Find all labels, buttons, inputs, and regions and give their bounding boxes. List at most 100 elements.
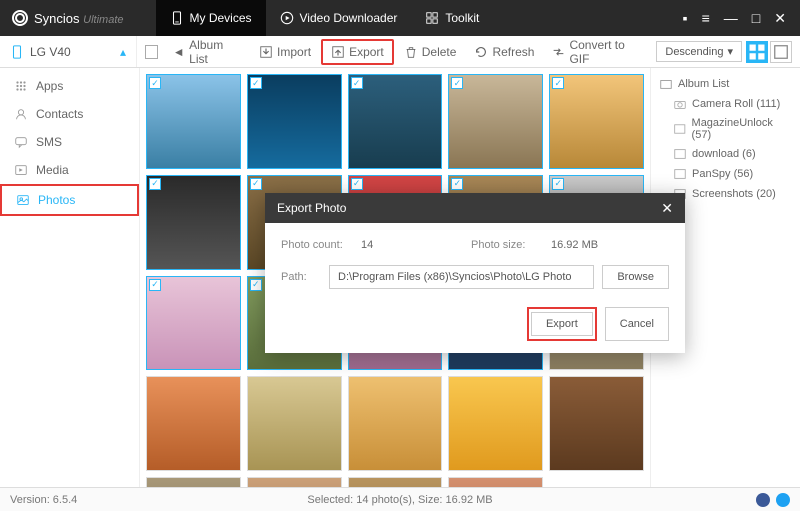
convert-icon: [552, 45, 565, 59]
twitter-icon[interactable]: [776, 493, 790, 507]
check-icon[interactable]: ✓: [250, 77, 262, 89]
refresh-icon: [474, 45, 488, 59]
album-label: download (6): [692, 148, 756, 160]
refresh-button[interactable]: Refresh: [466, 41, 542, 63]
check-icon[interactable]: ✓: [250, 178, 262, 190]
comment-icon[interactable]: ▪: [683, 10, 688, 27]
sidebar-item-media[interactable]: Media: [0, 156, 139, 184]
path-input[interactable]: [329, 265, 594, 289]
check-icon[interactable]: ✓: [552, 178, 564, 190]
tab-label: Video Downloader: [300, 11, 398, 25]
list-view-button[interactable]: [770, 41, 792, 63]
sidebar-item-photos[interactable]: Photos: [0, 184, 139, 216]
photo-thumb[interactable]: ✓: [549, 74, 644, 169]
convert-gif-button[interactable]: Convert to GIF: [544, 34, 650, 70]
social-links: [756, 493, 790, 507]
export-highlight: Export: [527, 307, 597, 341]
check-icon[interactable]: ✓: [552, 77, 564, 89]
album-camera-roll[interactable]: Camera Roll (111): [659, 94, 792, 114]
photo-thumb[interactable]: [348, 376, 443, 471]
check-icon[interactable]: ✓: [351, 77, 363, 89]
photo-thumb[interactable]: [348, 477, 443, 487]
grid-view-button[interactable]: [746, 41, 768, 63]
album-panspy[interactable]: PanSpy (56): [659, 164, 792, 184]
album-list-button[interactable]: ◄ Album List: [164, 34, 249, 70]
modal-footer: Export Cancel: [281, 307, 669, 341]
sidebar-label: Apps: [36, 79, 63, 93]
close-icon[interactable]: ✕: [774, 10, 786, 27]
album-root[interactable]: Album List: [659, 74, 792, 94]
check-icon[interactable]: ✓: [451, 178, 463, 190]
export-button[interactable]: Export: [321, 39, 394, 65]
back-arrow-icon: ◄: [172, 45, 185, 59]
export-confirm-button[interactable]: Export: [531, 312, 593, 336]
toolkit-icon: [425, 11, 439, 25]
photo-thumb[interactable]: ✓: [146, 74, 241, 169]
import-button[interactable]: Import: [251, 41, 319, 63]
photo-thumb[interactable]: ✓: [146, 175, 241, 270]
statusbar: Version: 6.5.4 Selected: 14 photo(s), Si…: [0, 487, 800, 511]
album-download[interactable]: download (6): [659, 144, 792, 164]
app-logo: Syncios Ultimate: [0, 10, 136, 26]
photo-thumb[interactable]: ✓: [247, 74, 342, 169]
album-magazine[interactable]: MagazineUnlock (57): [659, 114, 792, 144]
select-all-checkbox[interactable]: [145, 45, 158, 59]
delete-button[interactable]: Delete: [396, 41, 465, 63]
facebook-icon[interactable]: [756, 493, 770, 507]
photo-thumb[interactable]: [247, 477, 342, 487]
tab-video-downloader[interactable]: Video Downloader: [266, 0, 412, 36]
selection-status: Selected: 14 photo(s), Size: 16.92 MB: [307, 494, 492, 506]
path-label: Path:: [281, 271, 321, 283]
check-icon[interactable]: ✓: [451, 77, 463, 89]
sidebar-item-apps[interactable]: Apps: [0, 72, 139, 100]
photo-thumb[interactable]: [549, 376, 644, 471]
apps-icon: [14, 79, 28, 93]
window-controls: ▪ ≡ — □ ✕: [669, 10, 800, 27]
contacts-icon: [14, 107, 28, 121]
view-tools: Descending ▾: [656, 41, 800, 63]
tool-label: Delete: [422, 45, 457, 59]
sort-label: Descending: [665, 46, 723, 58]
photo-size-value: 16.92 MB: [551, 239, 661, 251]
sidebar-item-contacts[interactable]: Contacts: [0, 100, 139, 128]
photo-thumb[interactable]: ✓: [146, 276, 241, 371]
phone-icon: [10, 45, 24, 59]
photo-thumb[interactable]: ✓: [348, 74, 443, 169]
export-icon: [331, 45, 345, 59]
photo-thumb[interactable]: [448, 477, 543, 487]
chevron-up-icon: ▴: [120, 45, 126, 59]
tool-label: Album List: [189, 38, 241, 66]
sidebar-label: Media: [36, 163, 69, 177]
minimize-icon[interactable]: —: [724, 10, 738, 27]
device-selector[interactable]: LG V40 ▴: [0, 36, 137, 67]
photo-thumb[interactable]: [448, 376, 543, 471]
check-icon[interactable]: ✓: [250, 279, 262, 291]
cancel-button[interactable]: Cancel: [605, 307, 669, 341]
photo-thumb[interactable]: [146, 477, 241, 487]
sidebar: Apps Contacts SMS Media Photos: [0, 68, 140, 487]
photo-thumb[interactable]: [247, 376, 342, 471]
tool-label: Export: [349, 45, 384, 59]
main-tabs: My Devices Video Downloader Toolkit: [156, 0, 494, 36]
tab-toolkit[interactable]: Toolkit: [411, 0, 493, 36]
import-icon: [259, 45, 273, 59]
check-icon[interactable]: ✓: [149, 77, 161, 89]
browse-button[interactable]: Browse: [602, 265, 669, 289]
menu-icon[interactable]: ≡: [702, 10, 710, 27]
modal-header[interactable]: Export Photo ✕: [265, 193, 685, 223]
close-icon[interactable]: ✕: [661, 200, 673, 217]
folder-icon: [659, 77, 673, 91]
maximize-icon[interactable]: □: [752, 10, 760, 27]
sort-button[interactable]: Descending ▾: [656, 41, 742, 62]
photo-count-value: 14: [361, 239, 471, 251]
modal-title: Export Photo: [277, 201, 346, 215]
check-icon[interactable]: ✓: [351, 178, 363, 190]
check-icon[interactable]: ✓: [149, 178, 161, 190]
photo-thumb[interactable]: [146, 376, 241, 471]
photo-thumb[interactable]: ✓: [448, 74, 543, 169]
tab-my-devices[interactable]: My Devices: [156, 0, 266, 36]
check-icon[interactable]: ✓: [149, 279, 161, 291]
album-label: PanSpy (56): [692, 168, 753, 180]
sidebar-item-sms[interactable]: SMS: [0, 128, 139, 156]
syncios-logo-icon: [12, 10, 28, 26]
